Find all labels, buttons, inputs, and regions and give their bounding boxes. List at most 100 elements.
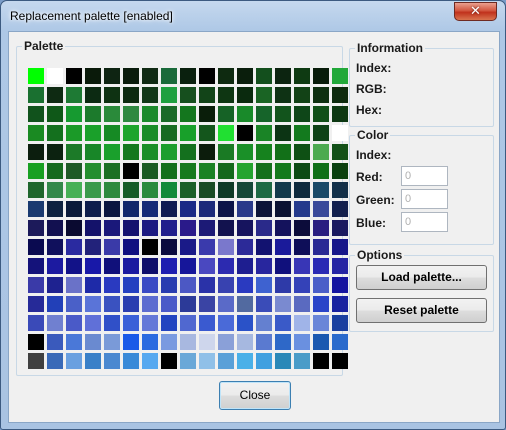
palette-swatch[interactable] [28,106,44,122]
palette-swatch[interactable] [161,125,177,141]
palette-swatch[interactable] [199,125,215,141]
palette-swatch[interactable] [161,353,177,369]
palette-swatch[interactable] [123,334,139,350]
palette-swatch[interactable] [199,239,215,255]
palette-swatch[interactable] [180,258,196,274]
palette-swatch[interactable] [256,106,272,122]
palette-swatch[interactable] [313,125,329,141]
palette-swatch[interactable] [123,258,139,274]
palette-swatch[interactable] [275,239,291,255]
palette-swatch[interactable] [237,277,253,293]
palette-swatch[interactable] [142,277,158,293]
palette-swatch[interactable] [47,87,63,103]
palette-swatch[interactable] [275,144,291,160]
palette-swatch[interactable] [47,296,63,312]
palette-swatch[interactable] [161,334,177,350]
palette-swatch[interactable] [218,182,234,198]
palette-swatch[interactable] [275,87,291,103]
palette-swatch[interactable] [104,144,120,160]
palette-swatch[interactable] [294,201,310,217]
palette-swatch[interactable] [66,277,82,293]
palette-swatch[interactable] [294,296,310,312]
palette-swatch[interactable] [275,315,291,331]
palette-swatch[interactable] [294,125,310,141]
palette-swatch[interactable] [104,315,120,331]
palette-swatch[interactable] [142,258,158,274]
palette-swatch[interactable] [123,163,139,179]
palette-swatch[interactable] [332,182,348,198]
palette-swatch[interactable] [66,144,82,160]
palette-swatch[interactable] [104,201,120,217]
palette-swatch[interactable] [28,87,44,103]
palette-swatch[interactable] [218,220,234,236]
palette-swatch[interactable] [313,277,329,293]
palette-swatch[interactable] [85,239,101,255]
palette-swatch[interactable] [66,258,82,274]
palette-swatch[interactable] [218,201,234,217]
palette-swatch[interactable] [218,106,234,122]
palette-swatch[interactable] [332,201,348,217]
palette-swatch[interactable] [180,239,196,255]
palette-swatch[interactable] [161,220,177,236]
palette-swatch[interactable] [142,220,158,236]
palette-swatch[interactable] [256,277,272,293]
palette-swatch[interactable] [275,182,291,198]
palette-swatch[interactable] [256,315,272,331]
palette-swatch[interactable] [237,163,253,179]
palette-swatch[interactable] [123,182,139,198]
palette-swatch[interactable] [104,239,120,255]
palette-swatch[interactable] [256,144,272,160]
blue-field[interactable]: 0 [401,212,448,232]
palette-swatch[interactable] [275,296,291,312]
palette-swatch[interactable] [294,144,310,160]
palette-swatch[interactable] [180,315,196,331]
palette-swatch[interactable] [180,296,196,312]
palette-swatch[interactable] [332,125,348,141]
palette-swatch[interactable] [28,334,44,350]
palette-swatch[interactable] [47,125,63,141]
palette-swatch[interactable] [123,106,139,122]
palette-swatch[interactable] [180,125,196,141]
palette-swatch[interactable] [275,277,291,293]
palette-swatch[interactable] [237,106,253,122]
palette-swatch[interactable] [180,87,196,103]
palette-swatch[interactable] [313,296,329,312]
palette-swatch[interactable] [332,296,348,312]
palette-swatch[interactable] [85,182,101,198]
palette-swatch[interactable] [161,106,177,122]
window-close-button[interactable]: ✕ [454,2,497,21]
palette-swatch[interactable] [256,258,272,274]
palette-swatch[interactable] [332,87,348,103]
palette-swatch[interactable] [47,220,63,236]
palette-swatch[interactable] [28,277,44,293]
palette-swatch[interactable] [313,239,329,255]
palette-swatch[interactable] [218,296,234,312]
palette-swatch[interactable] [313,68,329,84]
palette-swatch[interactable] [199,258,215,274]
palette-swatch[interactable] [161,87,177,103]
palette-swatch[interactable] [237,296,253,312]
palette-swatch[interactable] [313,353,329,369]
palette-swatch[interactable] [142,125,158,141]
palette-swatch[interactable] [237,353,253,369]
palette-swatch[interactable] [275,258,291,274]
palette-swatch[interactable] [218,87,234,103]
palette-swatch[interactable] [104,277,120,293]
palette-swatch[interactable] [275,334,291,350]
palette-swatch[interactable] [123,144,139,160]
palette-swatch[interactable] [275,220,291,236]
palette-swatch[interactable] [66,125,82,141]
palette-swatch[interactable] [275,68,291,84]
palette-swatch[interactable] [85,201,101,217]
palette-swatch[interactable] [85,220,101,236]
palette-swatch[interactable] [66,68,82,84]
palette-swatch[interactable] [123,239,139,255]
palette-swatch[interactable] [104,68,120,84]
palette-swatch[interactable] [180,201,196,217]
palette-swatch[interactable] [294,239,310,255]
palette-swatch[interactable] [85,315,101,331]
palette-swatch[interactable] [66,182,82,198]
palette-swatch[interactable] [313,334,329,350]
palette-swatch[interactable] [142,315,158,331]
palette-swatch[interactable] [47,144,63,160]
